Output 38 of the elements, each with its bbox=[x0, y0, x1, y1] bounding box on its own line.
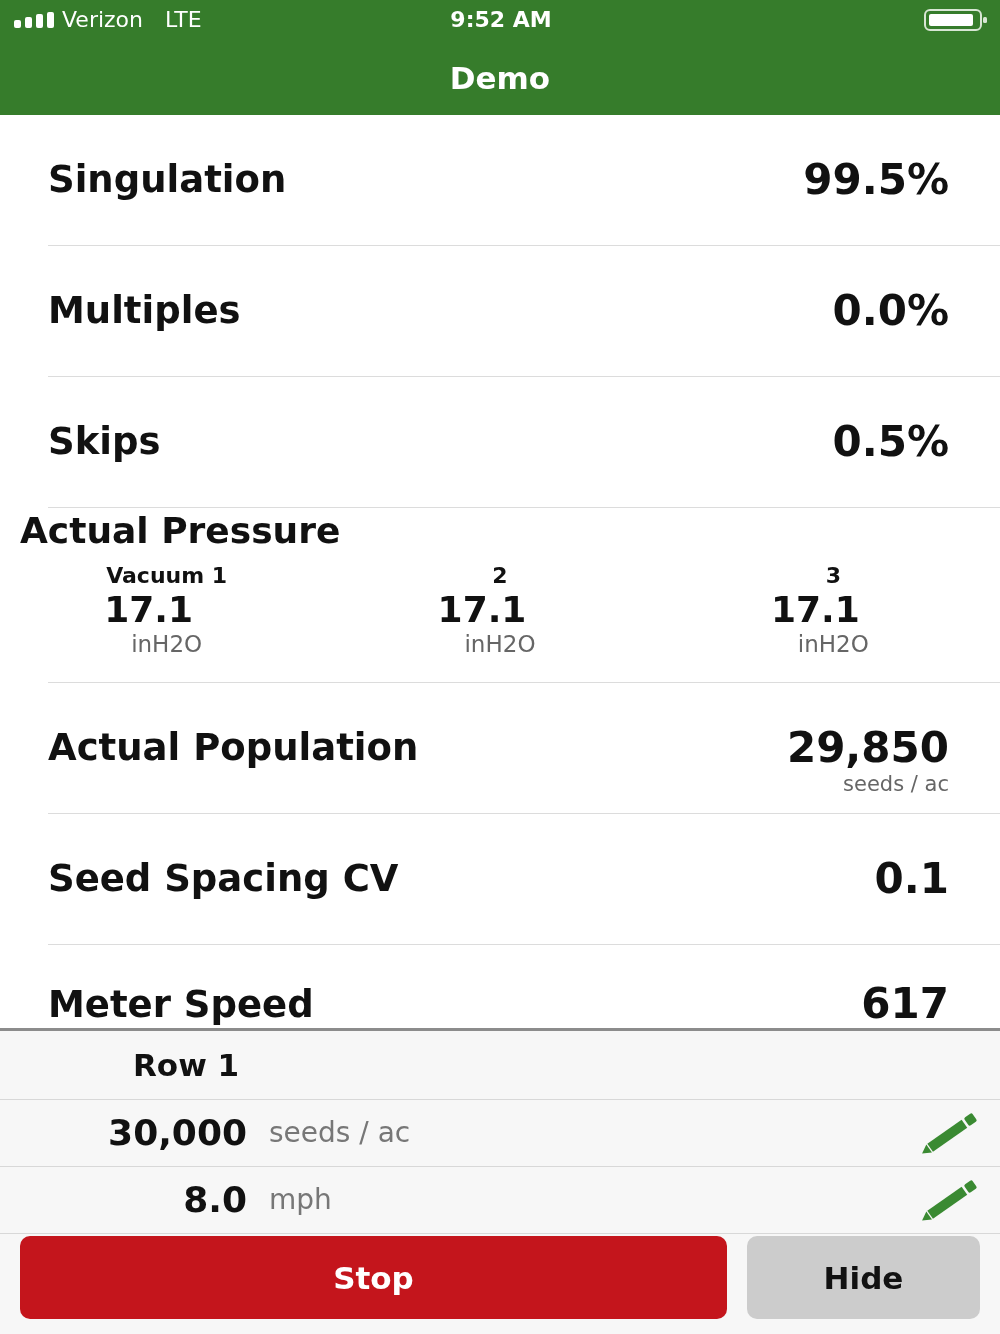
metric-value: 99.5% bbox=[803, 157, 949, 203]
gauge-value: 17.1 bbox=[437, 590, 527, 630]
gauge-unit: inH2O bbox=[797, 630, 869, 658]
metric-value: 617 bbox=[861, 981, 949, 1027]
metric-label: Multiples bbox=[48, 289, 241, 333]
metric-value: 0.1 bbox=[874, 856, 949, 902]
metric-value: 0.5% bbox=[832, 419, 949, 465]
gauge-label: Vacuum 1 bbox=[106, 562, 228, 590]
gauge-value: 17.1 bbox=[104, 590, 194, 630]
metric-label: Meter Speed bbox=[48, 983, 314, 1027]
pencil-icon[interactable] bbox=[922, 1179, 978, 1221]
page-title: Demo bbox=[449, 58, 551, 97]
setting-unit: seeds / ac bbox=[269, 1115, 411, 1151]
gauge-label: 3 bbox=[825, 562, 841, 590]
pencil-icon[interactable] bbox=[922, 1112, 978, 1154]
metric-label: Singulation bbox=[48, 158, 287, 202]
signal-icon bbox=[14, 12, 54, 28]
metric-label: Skips bbox=[48, 420, 161, 464]
battery-icon bbox=[924, 9, 988, 31]
metric-unit: seeds / ac bbox=[843, 771, 949, 797]
gauge-value: 17.1 bbox=[770, 590, 860, 630]
clock-time: 9:52 AM bbox=[450, 7, 552, 33]
stop-button[interactable]: Stop bbox=[20, 1236, 727, 1319]
gauge-unit: inH2O bbox=[464, 630, 536, 658]
row-title: Row 1 bbox=[133, 1046, 240, 1084]
metric-label: Actual Population bbox=[48, 726, 419, 770]
setting-unit: mph bbox=[269, 1182, 332, 1218]
setting-value: 8.0 bbox=[183, 1179, 247, 1221]
network-label: LTE bbox=[165, 7, 202, 33]
gauge-unit: inH2O bbox=[131, 630, 203, 658]
metric-value: 29,850 bbox=[786, 725, 949, 771]
hide-button[interactable]: Hide bbox=[747, 1236, 980, 1319]
setting-value: 30,000 bbox=[108, 1112, 247, 1154]
carrier-label: Verizon bbox=[62, 7, 143, 33]
metric-label: Seed Spacing CV bbox=[48, 857, 399, 901]
section-title: Actual Pressure bbox=[19, 510, 341, 552]
metric-value: 0.0% bbox=[832, 288, 949, 334]
gauge-label: 2 bbox=[492, 562, 508, 590]
